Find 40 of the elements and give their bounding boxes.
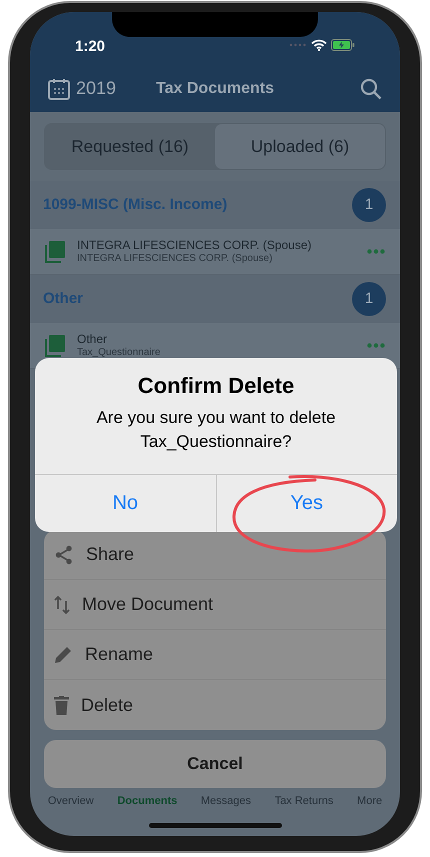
document-row[interactable]: INTEGRA LIFESCIENCES CORP. (Spouse) INTEGRA LIFESCIENCES CORP. (Spouse)	[30, 229, 400, 275]
year-picker[interactable]: 2019	[48, 75, 116, 102]
document-subtitle: INTEGRA LIFESCIENCES CORP. (Spouse)	[77, 253, 274, 265]
pdf-file-icon	[45, 334, 66, 357]
pdf-file-icon	[45, 240, 66, 263]
action-sheet-item[interactable]: Move Document	[44, 580, 386, 630]
share-icon	[54, 544, 74, 564]
alert-button[interactable]: No	[35, 474, 216, 532]
tab-bar-item[interactable]: Messages	[200, 792, 252, 809]
trash-icon	[54, 696, 69, 714]
battery-icon	[331, 39, 355, 51]
status-time: 1:20	[75, 39, 106, 54]
segment-tab[interactable]: Requested (16)	[45, 124, 215, 169]
alert-message: Are you sure you want to delete Tax_Questionnaire?	[95, 406, 337, 452]
tab-bar-item[interactable]: Overview	[48, 792, 94, 809]
more-options-icon[interactable]	[367, 249, 385, 254]
section-title: 1099-MISC (Misc. Income)	[43, 194, 228, 215]
calendar-icon	[48, 78, 70, 100]
cancel-button[interactable]: Cancel	[44, 740, 386, 788]
section-title: Other	[43, 288, 84, 309]
wifi-icon	[311, 39, 327, 51]
pencil-icon	[54, 645, 73, 664]
screen-title: Tax Documents	[156, 78, 274, 98]
up-down-arrows-icon	[54, 594, 70, 614]
document-name: INTEGRA LIFESCIENCES CORP. (Spouse)	[77, 238, 313, 253]
search-icon[interactable]	[360, 78, 382, 100]
tab-bar-item[interactable]: Documents	[117, 792, 178, 809]
tab-bar-item[interactable]: More	[357, 792, 382, 809]
alert-button[interactable]: Yes	[216, 474, 397, 532]
document-subtitle: Tax_Questionnaire	[77, 347, 162, 359]
tab-bar-item[interactable]: Tax Returns	[274, 792, 334, 809]
count-badge: 1	[352, 282, 386, 316]
more-options-icon[interactable]	[367, 343, 385, 348]
segment-tab[interactable]: Uploaded (6)	[215, 124, 385, 169]
action-sheet-item[interactable]: Rename	[44, 630, 386, 680]
alert-title: Confirm Delete	[138, 372, 294, 400]
count-badge: 1	[352, 188, 386, 222]
signal-icon	[289, 43, 307, 47]
action-sheet-item[interactable]: Delete	[44, 680, 386, 730]
document-name: Other	[77, 332, 108, 347]
